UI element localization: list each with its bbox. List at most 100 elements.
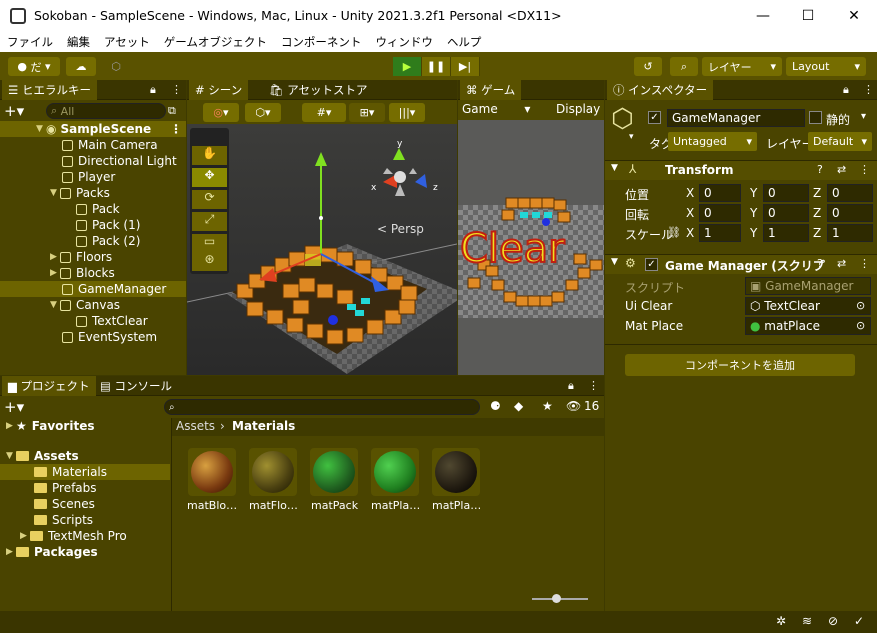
game-view-dropdown[interactable]: Game ▾ — [462, 102, 530, 116]
scale-z-field[interactable]: 1 — [827, 224, 873, 242]
hierarchy-item[interactable]: EventSystem — [0, 329, 157, 345]
expand-arrow-icon[interactable]: ▶ — [6, 547, 16, 557]
folder-row[interactable]: Scenes — [0, 496, 95, 512]
snap-dropdown[interactable]: ⊞ ▾ — [349, 103, 385, 122]
add-component-button[interactable]: コンポーネントを追加 — [625, 354, 855, 376]
lock-icon[interactable]: 🔒︎ — [150, 83, 156, 97]
mat-place-field[interactable]: ● matPlace — [745, 317, 871, 335]
layer-dropdown[interactable]: Default ▾ — [808, 132, 872, 151]
scale-x-field[interactable]: 1 — [699, 224, 741, 242]
folder-row[interactable]: Scripts — [0, 512, 93, 528]
script-component-header[interactable]: ▼ ⚙ ✓ Game Manager (スクリプ ? ⇄ ⋮ — [605, 254, 877, 274]
expand-arrow-icon[interactable]: ▼ — [611, 163, 618, 173]
breadcrumb-materials[interactable]: Materials — [232, 419, 295, 433]
minimize-button[interactable]: — — [740, 0, 786, 31]
menu-help[interactable]: ヘルプ — [440, 34, 489, 50]
scale-y-field[interactable]: 1 — [763, 224, 809, 242]
hierarchy-item[interactable]: Pack (1) — [0, 217, 140, 233]
transform-tool-icon[interactable]: ⊛ — [192, 252, 227, 271]
tab-hierarchy[interactable]: ☰ ヒエラルキー — [2, 80, 97, 100]
project-search-input[interactable]: ⌕ — [164, 399, 480, 415]
position-z-field[interactable]: 0 — [827, 184, 873, 202]
menu-assets[interactable]: アセット — [97, 34, 157, 50]
hierarchy-item[interactable]: ▶ Blocks — [0, 265, 115, 281]
material-thumbnail[interactable] — [432, 448, 480, 496]
more-icon[interactable]: ⋮ — [859, 257, 870, 270]
expand-arrow-icon[interactable]: ▶ — [6, 421, 16, 431]
search-settings-icon[interactable]: ⧉ — [168, 104, 176, 118]
persp-label[interactable]: < Persp — [377, 222, 424, 236]
more-icon[interactable]: ⋮ — [171, 83, 182, 96]
expand-arrow-icon[interactable]: ▼ — [50, 188, 60, 198]
history-button[interactable]: ↺ — [634, 57, 662, 76]
rotation-x-field[interactable]: 0 — [699, 204, 741, 222]
expand-arrow-icon[interactable]: ▶ — [50, 268, 60, 278]
label-icon[interactable]: ◆ — [514, 399, 523, 413]
scene-row[interactable]: ▼ ◉ SampleScene ⋮ — [0, 121, 186, 137]
menu-gameobject[interactable]: ゲームオブジェクト — [157, 34, 274, 50]
link-icon[interactable]: ⛓ — [667, 226, 681, 239]
move-tool-icon[interactable]: ✥ — [192, 168, 227, 187]
rotate-tool-icon[interactable]: ⟳ — [192, 190, 227, 209]
hierarchy-item[interactable]: TextClear — [0, 313, 148, 329]
rect-tool-icon[interactable]: ▭ — [192, 234, 227, 253]
stack-icon[interactable]: ≋ — [802, 614, 812, 628]
material-thumbnail[interactable] — [188, 448, 236, 496]
folder-row-selected[interactable]: Materials — [0, 464, 170, 480]
expand-arrow-icon[interactable]: ▼ — [611, 257, 618, 267]
maximize-button[interactable]: ☐ — [785, 0, 831, 31]
rotation-z-field[interactable]: 0 — [827, 204, 873, 222]
step-button[interactable]: ▶| — [451, 57, 480, 76]
assets-row[interactable]: ▼ Assets — [0, 448, 79, 464]
close-button[interactable]: ✕ — [831, 0, 877, 31]
ui-clear-field[interactable]: ⬡ TextClear — [745, 297, 871, 315]
object-picker-icon[interactable]: ⊙ — [856, 319, 865, 332]
menu-window[interactable]: ウィンドウ — [368, 34, 440, 50]
expand-arrow-icon[interactable]: ▶ — [50, 252, 60, 262]
hierarchy-search-input[interactable]: ⌕ All — [46, 103, 166, 119]
tab-inspector[interactable]: ⓘ インスペクター — [607, 80, 714, 100]
menu-component[interactable]: コンポーネント — [274, 34, 369, 50]
filter-type-icon[interactable]: ⚈ — [490, 399, 501, 413]
add-button[interactable]: +▾ — [4, 102, 24, 120]
hierarchy-item-selected[interactable]: GameManager — [0, 281, 186, 297]
slider-thumb[interactable] — [552, 594, 561, 603]
more-icon[interactable]: ⋮ — [859, 163, 870, 176]
folder-row[interactable]: ▶ TextMesh Pro — [0, 528, 127, 544]
help-icon[interactable]: ? — [817, 257, 823, 270]
tab-console[interactable]: ▤ コンソール — [94, 376, 178, 396]
menu-file[interactable]: ファイル — [0, 34, 60, 50]
bug-icon[interactable]: ✲ — [776, 614, 786, 628]
hand-tool-icon[interactable]: ✋ — [192, 146, 227, 165]
material-thumbnail[interactable] — [249, 448, 297, 496]
expand-arrow-icon[interactable]: ▼ — [50, 300, 60, 310]
tag-dropdown[interactable]: Untagged ▾ — [668, 132, 757, 151]
breadcrumb-assets[interactable]: Assets — [176, 419, 215, 433]
game-viewport[interactable]: Clear — [458, 120, 604, 375]
rotation-y-field[interactable]: 0 — [763, 204, 809, 222]
lock-icon[interactable]: 🔒︎ — [843, 83, 849, 97]
preset-icon[interactable]: ⇄ — [837, 163, 846, 176]
hierarchy-item[interactable]: ▼ Canvas — [0, 297, 120, 313]
tab-game[interactable]: ⌘ ゲーム — [460, 80, 522, 100]
hierarchy-item[interactable]: Directional Light — [0, 153, 177, 169]
packages-row[interactable]: ▶ Packages — [0, 544, 98, 560]
favorites-row[interactable]: ▶ ★ Favorites — [0, 418, 94, 434]
chevron-down-icon[interactable]: ▾ — [861, 111, 866, 122]
more-icon[interactable]: ⋮ — [863, 83, 874, 96]
layers-dropdown[interactable]: レイヤー ▾ — [702, 57, 782, 76]
hierarchy-item[interactable]: Player — [0, 169, 115, 185]
hierarchy-item[interactable]: Pack (2) — [0, 233, 140, 249]
hidden-packages-icon[interactable]: 👁︎ — [566, 399, 581, 413]
search-button[interactable]: ⌕ — [670, 57, 698, 76]
layout-dropdown[interactable]: Layout ▾ — [786, 57, 866, 76]
tab-asset-store[interactable]: 🛍︎ アセットストア — [263, 80, 374, 100]
chevron-down-icon[interactable]: ▾ — [629, 132, 634, 142]
folder-row[interactable]: Prefabs — [0, 480, 97, 496]
static-checkbox[interactable] — [809, 111, 822, 124]
grid-snap-dropdown[interactable]: # ▾ — [302, 103, 346, 122]
pause-button[interactable]: ❚❚ — [422, 57, 451, 76]
collab-button[interactable]: ⬡ — [104, 57, 128, 76]
material-thumbnail[interactable] — [371, 448, 419, 496]
more-icon[interactable]: ⋮ — [588, 379, 599, 392]
